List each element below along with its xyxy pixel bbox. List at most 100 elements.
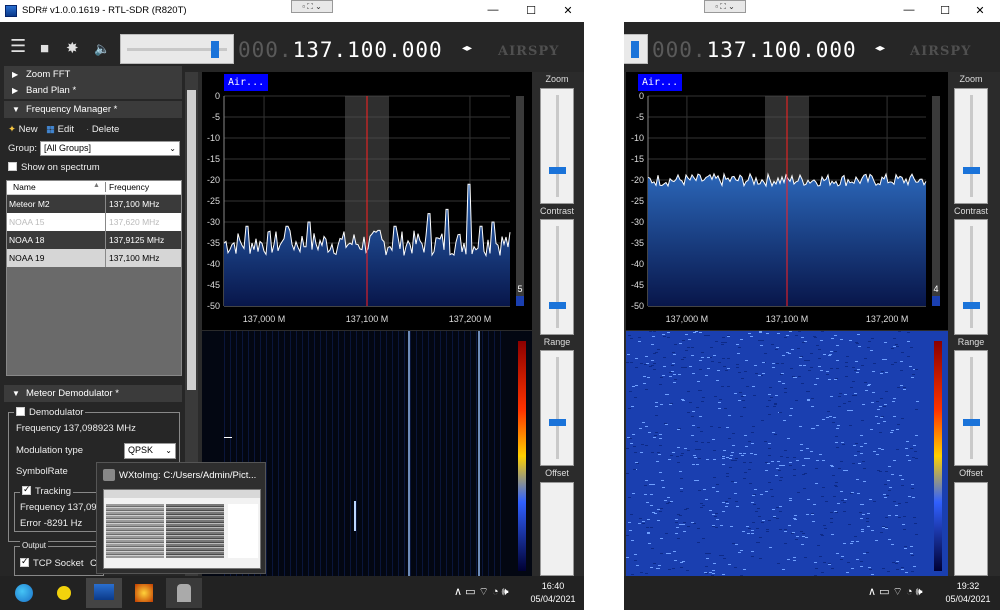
waterfall-speck	[871, 338, 874, 339]
waterfall-speck	[797, 348, 800, 349]
waterfall-speck	[854, 536, 857, 537]
modulation-type-value: QPSK	[128, 445, 154, 455]
waterfall-speck	[857, 493, 860, 494]
table-row[interactable]: NOAA 15 137,620 MHz	[7, 213, 181, 231]
waterfall-speck	[912, 374, 915, 375]
tune-arrows-icon[interactable]: ◂▸	[875, 43, 885, 54]
tray-icons[interactable]: ∧ ▭ ⌔ ◔ 🕪	[454, 585, 509, 599]
window-grip[interactable]: ▫ ⛶ ⌄	[704, 0, 746, 13]
range-slider[interactable]	[954, 350, 988, 466]
waterfall-speck	[685, 334, 688, 335]
group-select[interactable]: [All Groups] ⌄	[40, 141, 180, 156]
waterfall-speck	[885, 391, 888, 392]
minimize-button[interactable]: —	[902, 4, 916, 16]
table-row[interactable]: NOAA 18 137,9125 MHz	[7, 231, 181, 249]
waterfall-speck	[699, 390, 702, 391]
taskbar-clock[interactable]: 19:32 05/04/2021	[942, 580, 994, 606]
waterfall-stripe	[332, 331, 333, 576]
close-button[interactable]: ✕	[973, 4, 987, 17]
offset-slider[interactable]	[954, 482, 988, 576]
waterfall-speck	[652, 336, 655, 337]
edit-button[interactable]: ▦ Edit	[46, 124, 74, 135]
waterfall-speck	[742, 400, 745, 401]
section-band-plan[interactable]: ▶ Band Plan *	[4, 82, 182, 99]
range-slider[interactable]	[540, 350, 574, 466]
waterfall-speck	[722, 502, 725, 503]
wxtoimg-preview[interactable]: WXtoImg: C:/Users/Admin/Pict...	[96, 462, 266, 574]
spectrum-plot[interactable]: 0 -5 -10 -15 -20 -25 -30 -35 -40 -45 -50 137,000 M 1…	[626, 72, 948, 330]
delete-button[interactable]: · Delete	[86, 124, 119, 135]
waterfall-speck	[789, 500, 792, 501]
tcp-socket-checkbox[interactable]: TCP Socket	[20, 556, 84, 569]
section-meteor-demodulator[interactable]: ▼ Meteor Demodulator *	[4, 385, 182, 402]
taskbar-clock[interactable]: 16:40 05/04/2021	[528, 580, 578, 606]
section-zoom-fft[interactable]: ▶ Zoom FFT	[4, 66, 182, 83]
window-grip[interactable]: ▫ ⛶ ⌄	[291, 0, 333, 13]
scrollbar-thumb[interactable]	[187, 90, 196, 390]
app-taskbar-icon[interactable]	[166, 578, 202, 608]
waterfall-speck	[782, 355, 785, 356]
waterfall-speck	[850, 543, 853, 544]
waterfall-speck	[901, 418, 904, 419]
waterfall-speck	[667, 337, 670, 338]
waterfall-speck	[662, 487, 665, 488]
col-frequency-header[interactable]: Frequency	[105, 182, 149, 192]
demodulator-checkbox[interactable]: Demodulator	[14, 407, 86, 418]
table-row[interactable]: NOAA 19 137,100 MHz	[7, 249, 181, 267]
zoom-slider[interactable]	[954, 88, 988, 204]
waterfall-speck	[696, 480, 699, 481]
sdrsharp-taskbar-icon[interactable]	[86, 578, 122, 608]
tray-icons[interactable]: ∧ ▭ ⌔ ◔ 🕪	[868, 585, 923, 599]
spectrum-plot[interactable]: 0 -5 -10 -15 -20 -25 -30 -35 -40 -45 -50 137,000 M 1…	[202, 72, 532, 330]
chrome-icon[interactable]	[46, 578, 82, 608]
tune-arrows-icon[interactable]: ◂▸	[462, 43, 472, 54]
new-button[interactable]: ✦ New	[8, 124, 38, 135]
settings-icon[interactable]: ✸	[66, 41, 79, 56]
waterfall-speck	[640, 452, 643, 453]
waterfall-signal-line	[408, 331, 410, 576]
waterfall-speck	[653, 563, 656, 564]
table-row[interactable]: Meteor M2 137,100 MHz	[7, 195, 181, 213]
waterfall-speck	[655, 432, 658, 433]
wxtoimg-taskbar-icon[interactable]	[126, 578, 162, 608]
band-badge: Air...	[638, 74, 683, 91]
chevron-down-icon: ⌄	[165, 446, 172, 455]
waterfall-speck	[696, 464, 699, 465]
waterfall-speck	[888, 466, 891, 467]
waterfall-speck	[718, 427, 721, 428]
minimize-button[interactable]: —	[486, 4, 500, 16]
modulation-type-select[interactable]: QPSK ⌄	[124, 443, 176, 459]
zoom-slider[interactable]	[540, 88, 574, 204]
frequency-display[interactable]: 000.137.100.000	[652, 38, 857, 62]
waterfall-speck	[686, 570, 689, 571]
waterfall-speck	[627, 437, 630, 438]
menu-icon[interactable]: ☰	[10, 37, 26, 55]
waterfall[interactable]	[626, 331, 948, 576]
offset-slider[interactable]	[540, 482, 574, 576]
waterfall-speck	[854, 370, 857, 371]
volume-slider[interactable]	[120, 34, 234, 64]
waterfall-speck	[774, 403, 777, 404]
frequency-display[interactable]: 000.137.100.000	[238, 38, 443, 62]
waterfall-speck	[775, 349, 778, 350]
waterfall-speck	[792, 532, 795, 533]
col-name-header[interactable]: Name	[13, 182, 36, 192]
waterfall-speck	[820, 370, 823, 371]
waterfall-speck	[898, 331, 901, 332]
contrast-slider[interactable]	[954, 219, 988, 335]
waterfall-speck	[667, 332, 670, 333]
contrast-slider[interactable]	[540, 219, 574, 335]
stop-icon[interactable]: ■	[40, 41, 49, 56]
close-button[interactable]: ✕	[561, 4, 575, 17]
tracking-checkbox[interactable]: Tracking	[20, 484, 74, 497]
waterfall-speck	[796, 536, 799, 537]
section-frequency-manager[interactable]: ▼ Frequency Manager *	[4, 101, 182, 118]
waterfall-speck	[857, 369, 860, 370]
maximize-button[interactable]: ☐	[938, 4, 952, 17]
volume-slider[interactable]	[624, 34, 648, 64]
maximize-button[interactable]: ☐	[524, 4, 538, 17]
volume-icon[interactable]: 🔈	[94, 41, 110, 56]
edge-icon[interactable]	[6, 578, 42, 608]
waterfall-speck	[901, 479, 904, 480]
show-on-spectrum-checkbox[interactable]: Show on spectrum	[8, 162, 100, 173]
